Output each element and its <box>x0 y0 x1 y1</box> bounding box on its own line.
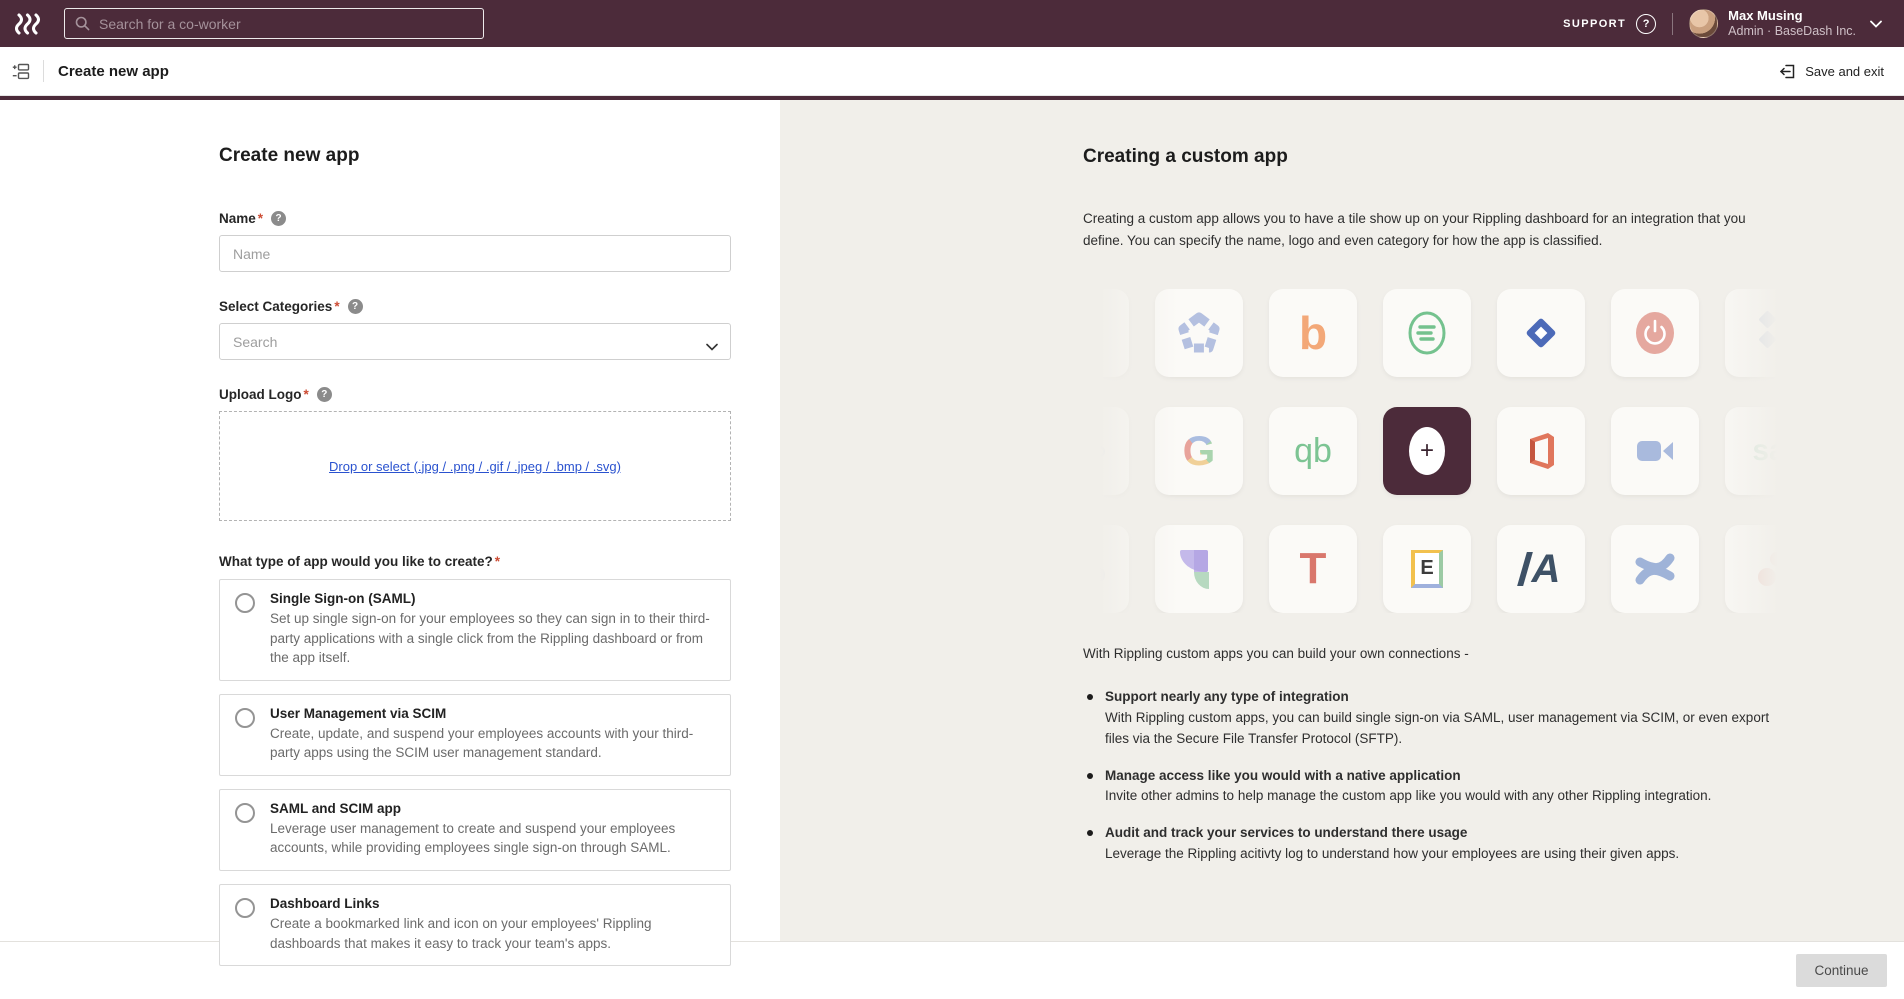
create-app-form-panel: Create new app Name* ? Select Categories… <box>0 100 780 941</box>
custom-app-plus-tile: + <box>1383 407 1471 495</box>
rippling-logo[interactable] <box>0 13 56 35</box>
radio-button[interactable] <box>235 593 255 613</box>
power-circle-logo <box>1611 289 1699 377</box>
letter-t-logo: T <box>1269 525 1357 613</box>
coworker-search[interactable] <box>64 8 484 39</box>
bullet-title: Support nearly any type of integration <box>1105 687 1783 708</box>
aside-intro: Creating a custom app allows you to have… <box>1083 208 1775 251</box>
bullet-dot <box>1087 830 1093 836</box>
radio-button[interactable] <box>235 898 255 918</box>
option-description: Create, update, and suspend your employe… <box>270 724 714 763</box>
framed-e-logo: E <box>1383 525 1471 613</box>
option-title: Dashboard Links <box>270 896 714 911</box>
exit-icon <box>1779 63 1796 80</box>
bullet-title: Manage access like you would with a nati… <box>1105 766 1711 787</box>
logo-help-icon[interactable]: ? <box>317 387 332 402</box>
form-title: Create new app <box>219 145 731 167</box>
search-icon <box>75 16 90 31</box>
upload-logo-label: Upload Logo* ? <box>219 387 731 402</box>
name-label: Name* ? <box>219 211 731 226</box>
topbar-divider <box>1672 13 1673 35</box>
save-and-exit-button[interactable]: Save and exit <box>1779 63 1884 80</box>
logo-dropzone[interactable]: Drop or select (.jpg / .png / .gif / .jp… <box>219 411 731 521</box>
continue-button[interactable]: Continue <box>1796 954 1887 987</box>
sa-text-logo: sa <box>1725 407 1795 495</box>
lined-oval-logo <box>1383 289 1471 377</box>
bullet-item: Audit and track your services to underst… <box>1083 823 1783 865</box>
avatar[interactable] <box>1689 9 1718 38</box>
video-camera-logo <box>1611 407 1699 495</box>
option-dashboard-links[interactable]: Dashboard Links Create a bookmarked link… <box>219 884 731 966</box>
page-header: Create new app Save and exit <box>0 47 1904 96</box>
option-single-sign-on-saml[interactable]: Single Sign-on (SAML) Set up single sign… <box>219 579 731 681</box>
jira-diamond-logo <box>1497 289 1585 377</box>
categories-select[interactable] <box>219 323 731 360</box>
search-input[interactable] <box>99 16 473 32</box>
rippling-waves-icon <box>15 13 41 35</box>
quickbooks-qb-logo: qb <box>1269 407 1357 495</box>
radio-button[interactable] <box>235 708 255 728</box>
option-user-management-scim[interactable]: User Management via SCIM Create, update,… <box>219 694 731 776</box>
option-title: Single Sign-on (SAML) <box>270 591 714 606</box>
dots-logo <box>1725 525 1795 613</box>
name-help-icon[interactable]: ? <box>271 211 286 226</box>
top-nav-bar: SUPPORT ? Max Musing Admin · BaseDash In… <box>0 0 1904 47</box>
pentagon-ring-logo <box>1155 289 1243 377</box>
name-input[interactable] <box>219 235 731 272</box>
user-role: Admin · BaseDash Inc. <box>1728 24 1856 40</box>
ro-text-logo: ro <box>1083 407 1129 495</box>
radio-button[interactable] <box>235 803 255 823</box>
leaf-logo <box>1155 525 1243 613</box>
categories-label: Select Categories* ? <box>219 299 731 314</box>
connections-line: With Rippling custom apps you can build … <box>1083 643 1775 665</box>
option-saml-and-scim[interactable]: SAML and SCIM app Leverage user manageme… <box>219 789 731 871</box>
bullet-title: Audit and track your services to underst… <box>1105 823 1679 844</box>
bullet-item: Manage access like you would with a nati… <box>1083 766 1783 808</box>
option-title: User Management via SCIM <box>270 706 714 721</box>
office-logo <box>1497 407 1585 495</box>
double-diamond-logo <box>1725 289 1795 377</box>
bullet-item: Support nearly any type of integration W… <box>1083 687 1783 750</box>
option-description: Create a bookmarked link and icon on you… <box>270 914 714 953</box>
bullet-dot <box>1087 694 1093 700</box>
custom-app-info-panel: Creating a custom app Creating a custom … <box>780 100 1904 941</box>
categories-help-icon[interactable]: ? <box>348 299 363 314</box>
google-g-logo: G <box>1155 407 1243 495</box>
app-type-question: What type of app would you like to creat… <box>219 554 731 569</box>
numeral-1-logo: 1 <box>1083 289 1129 377</box>
option-description: Set up single sign-on for your employees… <box>270 609 714 668</box>
user-menu[interactable]: Max Musing Admin · BaseDash Inc. <box>1728 8 1856 40</box>
save-and-exit-label: Save and exit <box>1805 64 1884 79</box>
option-description: Leverage user management to create and s… <box>270 819 714 858</box>
aside-title: Creating a custom app <box>1083 146 1783 168</box>
cloud-logo <box>1083 525 1129 613</box>
bullet-description: Invite other admins to help manage the c… <box>1105 788 1711 803</box>
bullet-dot <box>1087 773 1093 779</box>
support-link[interactable]: SUPPORT <box>1563 18 1626 30</box>
slanted-a-logo: A <box>1497 525 1585 613</box>
logo-upload-link[interactable]: Drop or select (.jpg / .png / .gif / .jp… <box>329 459 621 474</box>
help-question-icon[interactable]: ? <box>1636 14 1656 34</box>
app-tiles-illustration: 1 b <box>1083 289 1795 613</box>
user-name: Max Musing <box>1728 8 1856 24</box>
chevron-down-icon[interactable] <box>1870 20 1882 28</box>
app-list-icon <box>12 62 31 81</box>
page-title: Create new app <box>58 63 169 80</box>
header-divider <box>43 60 44 82</box>
letter-b-logo: b <box>1269 289 1357 377</box>
bullet-description: Leverage the Rippling acitivty log to un… <box>1105 846 1679 861</box>
option-title: SAML and SCIM app <box>270 801 714 816</box>
bullet-description: With Rippling custom apps, you can build… <box>1105 710 1769 746</box>
crossed-ribbons-logo <box>1611 525 1699 613</box>
